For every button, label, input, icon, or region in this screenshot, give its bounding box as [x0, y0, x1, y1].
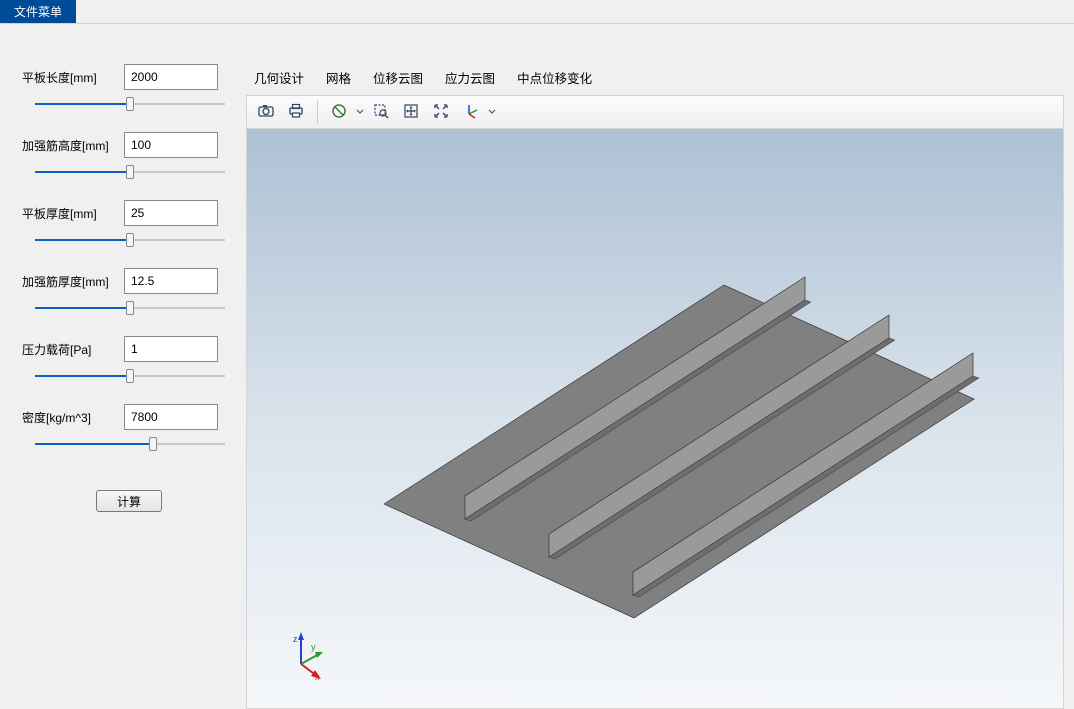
- param-label: 密度[kg/m^3]: [22, 409, 118, 426]
- tab[interactable]: 几何设计: [254, 68, 304, 87]
- param-input[interactable]: [124, 200, 218, 226]
- slider-fill: [35, 103, 130, 105]
- param-row: 密度[kg/m^3]: [22, 404, 236, 430]
- dropdown-arrow-icon[interactable]: [488, 102, 496, 123]
- tab[interactable]: 应力云图: [445, 68, 495, 87]
- slider-thumb[interactable]: [149, 437, 157, 451]
- param-label: 加强筋高度[mm]: [22, 137, 118, 154]
- zoom-box-button[interactable]: [368, 99, 394, 125]
- main-panel: 几何设计 网格 位移云图 应力云图 中点位移变化 z: [246, 64, 1074, 709]
- param-slider[interactable]: [35, 230, 225, 250]
- param-label: 压力载荷[Pa]: [22, 341, 118, 358]
- param-row: 压力载荷[Pa]: [22, 336, 236, 362]
- param-label: 平板长度[mm]: [22, 69, 118, 86]
- param-input[interactable]: [124, 268, 218, 294]
- slider-fill: [35, 375, 130, 377]
- viewport-toolbar: [246, 95, 1064, 129]
- dropdown-arrow-icon[interactable]: [356, 102, 364, 123]
- param-input[interactable]: [124, 404, 218, 430]
- tab[interactable]: 中点位移变化: [517, 68, 592, 87]
- param-input[interactable]: [124, 336, 218, 362]
- slider-fill: [35, 443, 153, 445]
- file-menu[interactable]: 文件菜单: [0, 0, 76, 23]
- param-label: 平板厚度[mm]: [22, 205, 118, 222]
- svg-text:z: z: [293, 634, 298, 644]
- param-input[interactable]: [124, 64, 218, 90]
- toolbar-separator: [317, 100, 318, 124]
- slider-fill: [35, 239, 130, 241]
- param-slider[interactable]: [35, 94, 225, 114]
- slider-fill: [35, 307, 130, 309]
- fit-view-button[interactable]: [398, 99, 424, 125]
- axes-icon: [462, 102, 480, 123]
- param-slider[interactable]: [35, 298, 225, 318]
- reset-view-icon: [330, 102, 348, 123]
- print-button[interactable]: [283, 99, 309, 125]
- slider-thumb[interactable]: [126, 97, 134, 111]
- zoom-extents-icon: [432, 102, 450, 123]
- param-row: 平板厚度[mm]: [22, 200, 236, 226]
- viewport-3d[interactable]: z y x: [246, 129, 1064, 709]
- compute-button[interactable]: 计算: [96, 490, 162, 512]
- reset-view-button[interactable]: [326, 99, 352, 125]
- print-icon: [287, 102, 305, 123]
- orientation-triad-icon: z y x: [281, 630, 331, 680]
- menubar: 文件菜单: [0, 0, 1074, 24]
- param-slider[interactable]: [35, 434, 225, 454]
- parameters-sidebar: 平板长度[mm] 加强筋高度[mm] 平板厚度[mm] 加强筋厚度[mm] 压力载荷[P…: [0, 64, 246, 709]
- param-row: 加强筋厚度[mm]: [22, 268, 236, 294]
- slider-thumb[interactable]: [126, 301, 134, 315]
- axes-button[interactable]: [458, 99, 484, 125]
- plate-model: [379, 259, 979, 639]
- slider-thumb[interactable]: [126, 165, 134, 179]
- param-label: 加强筋厚度[mm]: [22, 273, 118, 290]
- slider-thumb[interactable]: [126, 233, 134, 247]
- tabs: 几何设计 网格 位移云图 应力云图 中点位移变化: [246, 64, 1064, 95]
- camera-button[interactable]: [253, 99, 279, 125]
- svg-text:y: y: [311, 642, 316, 652]
- slider-thumb[interactable]: [126, 369, 134, 383]
- fit-view-icon: [402, 102, 420, 123]
- param-input[interactable]: [124, 132, 218, 158]
- camera-icon: [257, 102, 275, 123]
- tab[interactable]: 位移云图: [373, 68, 423, 87]
- zoom-box-icon: [372, 102, 390, 123]
- slider-fill: [35, 171, 130, 173]
- zoom-extents-button[interactable]: [428, 99, 454, 125]
- param-slider[interactable]: [35, 162, 225, 182]
- svg-text:x: x: [315, 672, 320, 680]
- param-row: 平板长度[mm]: [22, 64, 236, 90]
- tab[interactable]: 网格: [326, 68, 351, 87]
- param-row: 加强筋高度[mm]: [22, 132, 236, 158]
- param-slider[interactable]: [35, 366, 225, 386]
- content: 平板长度[mm] 加强筋高度[mm] 平板厚度[mm] 加强筋厚度[mm] 压力载荷[P…: [0, 24, 1074, 709]
